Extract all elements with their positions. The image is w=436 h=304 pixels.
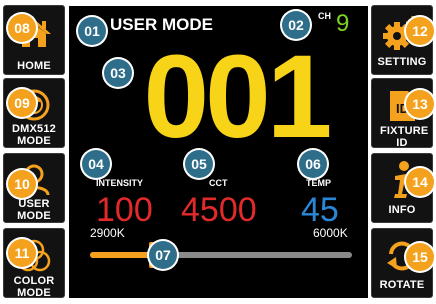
callout-badge-07: 07 bbox=[149, 241, 177, 269]
channel-value: 9 bbox=[336, 10, 350, 37]
cct-slider[interactable] bbox=[90, 242, 352, 268]
slider-max-label: 6000K bbox=[313, 226, 348, 240]
callout-badge-02: 02 bbox=[282, 11, 310, 39]
home-button[interactable]: HOME bbox=[3, 5, 65, 75]
fixture-id-label: FIXTURE ID bbox=[380, 125, 429, 149]
callout-badge-03: 03 bbox=[104, 59, 132, 87]
home-label: HOME bbox=[17, 60, 51, 72]
callout-badge-11: 11 bbox=[8, 239, 36, 267]
intensity-value[interactable]: 100 bbox=[96, 193, 153, 227]
info-label: INFO bbox=[388, 204, 416, 216]
cct-label: CCT bbox=[209, 178, 228, 188]
temp-label: TEMP bbox=[306, 178, 332, 188]
control-panel: USER MODE CH 9 001 INTENSITY CCT TEMP 10… bbox=[0, 0, 436, 304]
callout-badge-15: 15 bbox=[406, 243, 434, 271]
intensity-label: INTENSITY bbox=[96, 178, 144, 188]
callout-badge-14: 14 bbox=[406, 168, 434, 196]
callout-badge-01: 01 bbox=[78, 17, 106, 45]
dmx512-mode-label: DMX512 MODE bbox=[12, 123, 56, 147]
slider-min-label: 2900K bbox=[90, 226, 125, 240]
setting-label: SETTING bbox=[377, 56, 427, 68]
temp-value[interactable]: 45 bbox=[301, 193, 339, 227]
slider-fill bbox=[90, 252, 153, 258]
callout-badge-13: 13 bbox=[406, 90, 434, 118]
user-mode-label: USER MODE bbox=[17, 198, 51, 222]
user-preset-number[interactable]: 001 bbox=[121, 38, 351, 156]
callout-badge-10: 10 bbox=[8, 170, 36, 198]
callout-badge-12: 12 bbox=[406, 17, 434, 45]
callout-badge-08: 08 bbox=[8, 14, 36, 42]
callout-badge-04: 04 bbox=[82, 150, 110, 178]
channel-label: CH bbox=[318, 11, 331, 21]
rotate-label: ROTATE bbox=[379, 279, 425, 291]
callout-badge-06: 06 bbox=[299, 150, 327, 178]
callout-badge-05: 05 bbox=[185, 150, 213, 178]
cct-value[interactable]: 4500 bbox=[181, 193, 257, 227]
color-mode-label: COLOR MODE bbox=[13, 275, 55, 299]
callout-badge-09: 09 bbox=[8, 89, 36, 117]
